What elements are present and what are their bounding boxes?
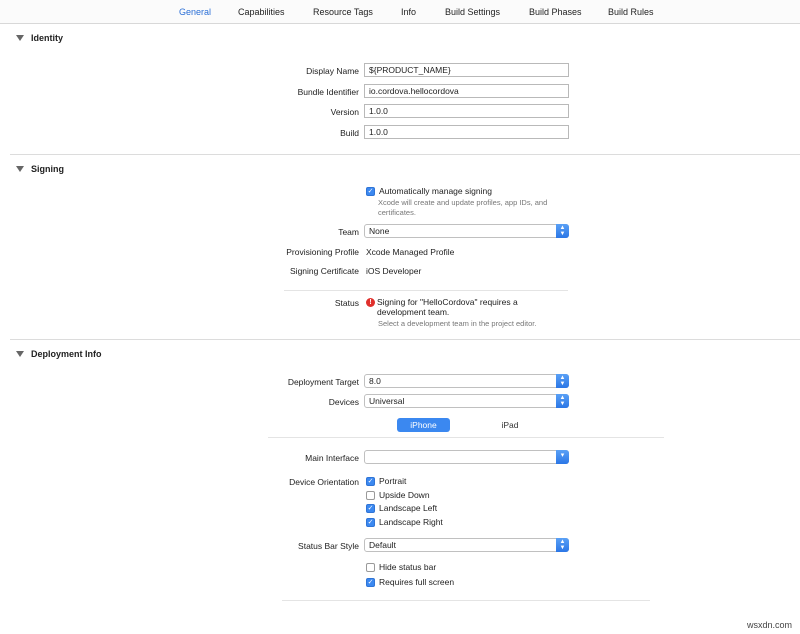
chevron-down-icon[interactable]: ▾: [556, 450, 569, 464]
status-divider: [284, 290, 568, 291]
identity-title: Identity: [31, 33, 64, 43]
disclosure-triangle-icon[interactable]: [16, 351, 24, 357]
version-field[interactable]: 1.0.0: [364, 104, 569, 118]
checkbox-checked-icon[interactable]: ✓: [366, 577, 375, 587]
main-interface-combobox[interactable]: ▾: [364, 450, 569, 464]
hide-status-bar-checkbox[interactable]: Hide status bar: [366, 562, 436, 572]
tab-build-phases[interactable]: Build Phases: [529, 7, 582, 17]
signing-certificate-label: Signing Certificate: [290, 266, 359, 276]
status-hint: Select a development team in the project…: [378, 319, 537, 328]
devices-value: Universal: [369, 396, 405, 406]
tab-build-rules[interactable]: Build Rules: [608, 7, 654, 17]
provisioning-profile-label: Provisioning Profile: [286, 247, 359, 257]
display-name-field[interactable]: ${PRODUCT_NAME}: [364, 63, 569, 77]
popup-arrows-icon[interactable]: ▲ ▼: [556, 374, 569, 388]
orientation-label: Landscape Right: [379, 517, 443, 527]
orientation-label: Portrait: [379, 476, 407, 486]
auto-manage-signing-checkbox[interactable]: ✓ Automatically manage signing: [366, 186, 492, 196]
version-label: Version: [330, 107, 359, 117]
orientation-label: Landscape Left: [379, 503, 438, 513]
device-orientation-label: Device Orientation: [289, 477, 359, 487]
tab-info[interactable]: Info: [401, 7, 416, 17]
orientation-portrait-checkbox[interactable]: ✓ Portrait: [366, 476, 406, 486]
orientation-landscape-right-checkbox[interactable]: ✓ Landscape Right: [366, 517, 443, 527]
devices-label: Devices: [328, 397, 359, 407]
status-bar-style-value: Default: [369, 540, 396, 550]
device-divider: [268, 437, 664, 438]
segment-iphone[interactable]: iPhone: [397, 418, 450, 432]
identity-section-header[interactable]: Identity: [16, 31, 63, 45]
section-divider: [10, 154, 800, 155]
popup-arrows-icon[interactable]: ▲ ▼: [556, 224, 569, 238]
status-error-message: Signing for "HelloCordova" requires a de…: [377, 297, 518, 317]
editor-tab-bar: General Capabilities Resource Tags Info …: [0, 0, 800, 24]
display-name-label: Display Name: [306, 66, 359, 76]
watermark: wsxdn.com: [746, 620, 792, 630]
deployment-title: Deployment Info: [31, 349, 102, 359]
provisioning-profile-value: Xcode Managed Profile: [366, 247, 455, 257]
section-divider: [10, 339, 800, 340]
tab-build-settings[interactable]: Build Settings: [445, 7, 500, 17]
bundle-identifier-label: Bundle Identifier: [297, 87, 359, 97]
checkbox-unchecked-icon[interactable]: [366, 562, 375, 572]
requires-full-screen-label: Requires full screen: [379, 577, 455, 587]
build-label: Build: [340, 128, 359, 138]
deployment-section-header[interactable]: Deployment Info: [16, 347, 102, 361]
popup-arrows-icon[interactable]: ▲ ▼: [556, 538, 569, 552]
team-popup[interactable]: None ▲ ▼: [364, 224, 569, 238]
popup-arrows-icon[interactable]: ▲ ▼: [556, 394, 569, 408]
checkbox-checked-icon[interactable]: ✓: [366, 517, 375, 527]
checkbox-checked-icon[interactable]: ✓: [366, 186, 375, 196]
orientation-upside-down-checkbox[interactable]: Upside Down: [366, 490, 430, 500]
signing-certificate-value: iOS Developer: [366, 266, 422, 276]
deployment-target-label: Deployment Target: [287, 377, 359, 387]
auto-manage-signing-hint: Xcode will create and update profiles, a…: [378, 198, 548, 217]
tab-general[interactable]: General: [179, 7, 211, 17]
team-label: Team: [338, 227, 359, 237]
error-icon: !: [366, 298, 375, 307]
hide-status-bar-label: Hide status bar: [379, 562, 437, 572]
requires-full-screen-checkbox[interactable]: ✓ Requires full screen: [366, 577, 454, 587]
status-label: Status: [334, 298, 359, 308]
status-bar-style-popup[interactable]: Default ▲ ▼: [364, 538, 569, 552]
devices-popup[interactable]: Universal ▲ ▼: [364, 394, 569, 408]
deployment-target-popup[interactable]: 8.0 ▲ ▼: [364, 374, 569, 388]
build-field[interactable]: 1.0.0: [364, 125, 569, 139]
bundle-identifier-field[interactable]: io.cordova.hellocordova: [364, 84, 569, 98]
checkbox-checked-icon[interactable]: ✓: [366, 503, 375, 513]
auto-manage-signing-label: Automatically manage signing: [379, 186, 492, 196]
segment-ipad[interactable]: iPad: [480, 418, 540, 432]
status-bar-style-label: Status Bar Style: [298, 541, 359, 551]
team-value: None: [369, 226, 390, 236]
tab-capabilities[interactable]: Capabilities: [238, 7, 285, 17]
signing-section-header[interactable]: Signing: [16, 162, 64, 176]
orientation-label: Upside Down: [379, 490, 430, 500]
disclosure-triangle-icon[interactable]: [16, 166, 24, 172]
deployment-target-value: 8.0: [369, 376, 381, 386]
tab-resource-tags[interactable]: Resource Tags: [313, 7, 373, 17]
disclosure-triangle-icon[interactable]: [16, 35, 24, 41]
checkbox-unchecked-icon[interactable]: [366, 490, 375, 500]
main-interface-label: Main Interface: [305, 453, 359, 463]
signing-title: Signing: [31, 164, 64, 174]
orientation-landscape-left-checkbox[interactable]: ✓ Landscape Left: [366, 503, 437, 513]
checkbox-checked-icon[interactable]: ✓: [366, 476, 375, 486]
bottom-divider: [282, 600, 650, 601]
